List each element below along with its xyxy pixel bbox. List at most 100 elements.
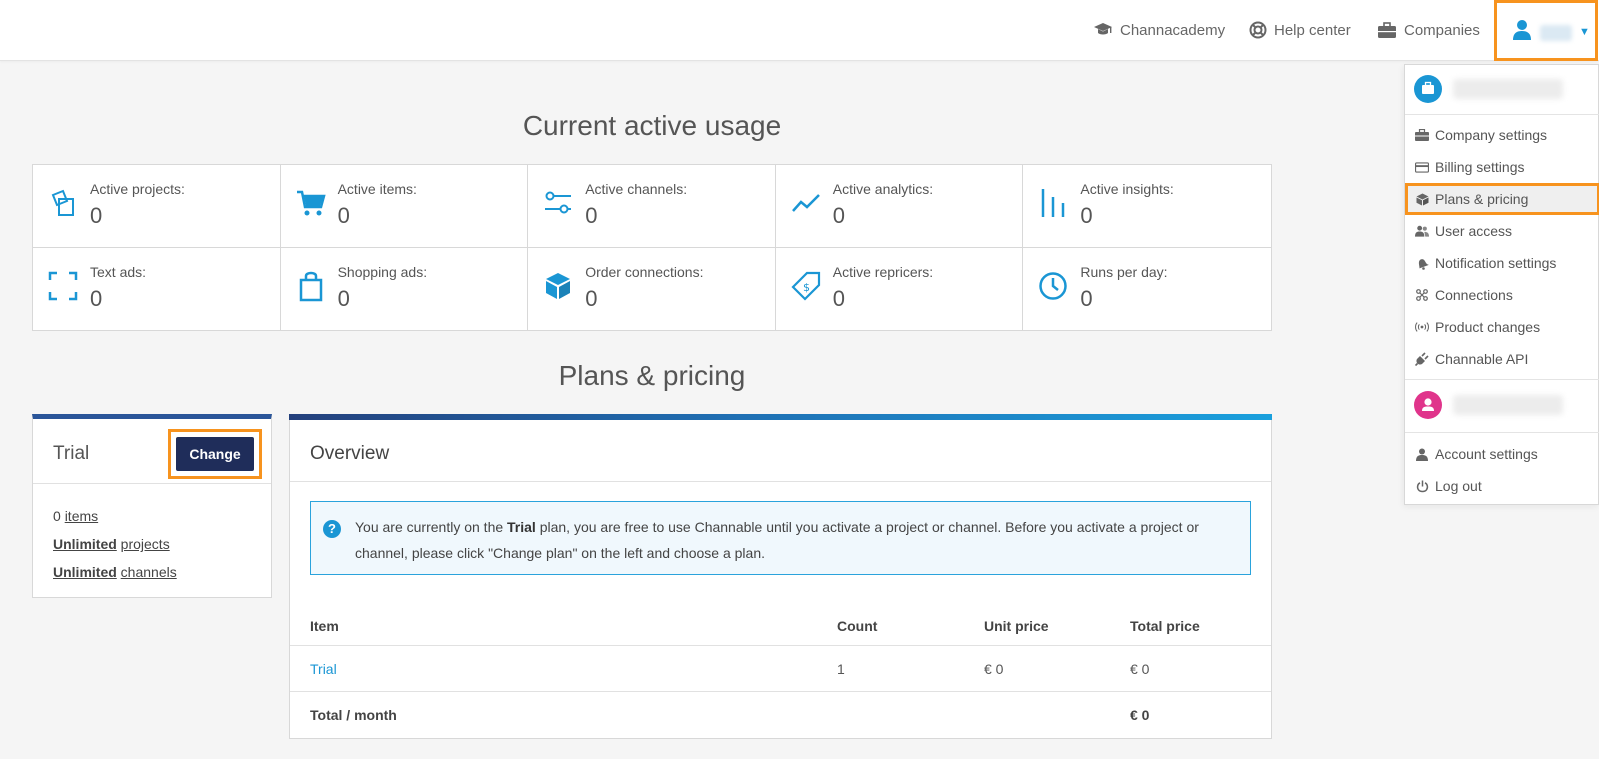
stat-label: Active analytics: (832, 181, 934, 197)
menu-log-out[interactable]: Log out (1405, 470, 1599, 502)
divider (290, 481, 1271, 482)
projects-icon (51, 189, 74, 216)
items-link[interactable]: items (65, 508, 98, 524)
credit-card-icon (1415, 160, 1429, 174)
briefcase-icon (1378, 21, 1396, 38)
shopping-bag-icon (299, 271, 322, 301)
menu-label: Account settings (1435, 446, 1538, 462)
row-total-price: € 0 (1130, 660, 1150, 677)
divider (1405, 432, 1599, 433)
menu-plans-pricing[interactable]: Plans & pricing (1405, 183, 1599, 215)
row-count: 1 (837, 660, 845, 677)
row-item-link[interactable]: Trial (310, 661, 337, 677)
total-value: € 0 (1130, 706, 1150, 723)
change-button-highlight: Change (168, 429, 262, 479)
stat-active-projects: Active projects: 0 (33, 165, 281, 248)
menu-product-changes[interactable]: Product changes (1405, 311, 1599, 343)
user-icon (1513, 20, 1531, 40)
question-icon: ? (323, 520, 341, 538)
user-icon (1422, 398, 1434, 411)
plan-channels-line: Unlimited channels (53, 558, 177, 586)
plans-heading: Plans & pricing (558, 360, 746, 391)
stat-label: Active insights: (1080, 181, 1174, 197)
stat-value: 0 (90, 285, 103, 311)
stat-value: 0 (585, 285, 598, 311)
box-icon (546, 272, 571, 299)
user-dropdown-menu: Company settings Billing settings Plans … (1404, 64, 1599, 505)
nav-help-center[interactable]: Help center (1249, 0, 1351, 60)
analytics-icon (791, 194, 820, 212)
menu-label: Connections (1435, 287, 1513, 303)
stat-active-channels: Active channels: 0 (528, 165, 776, 248)
projects-unlimited: Unlimited (53, 536, 117, 552)
card-accent-strip (289, 414, 1272, 420)
nav-companies-label: Companies (1404, 21, 1480, 39)
trial-plan-card: Trial Change 0 items Unlimited projects … (32, 414, 272, 598)
menu-notification-settings[interactable]: Notification settings (1405, 247, 1599, 279)
connections-icon (1415, 288, 1429, 302)
projects-link[interactable]: projects (121, 536, 170, 552)
stat-label: Active items: (337, 181, 417, 197)
stat-shopping-ads: Shopping ads: 0 (281, 247, 529, 330)
stat-label: Text ads: (90, 263, 147, 280)
menu-channable-api[interactable]: Channable API (1405, 343, 1599, 375)
channels-link[interactable]: channels (121, 564, 177, 580)
menu-label: Channable API (1435, 351, 1529, 367)
divider (1405, 379, 1599, 380)
menu-billing-settings[interactable]: Billing settings (1405, 151, 1599, 183)
company-avatar (1414, 75, 1442, 103)
bell-icon (1415, 256, 1429, 270)
info-text-pre: You are currently on the (355, 519, 508, 535)
users-icon (1415, 224, 1429, 238)
row-unit-price: € 0 (984, 660, 1004, 677)
nav-channacademy-label: Channacademy (1120, 21, 1226, 39)
col-count: Count (837, 618, 878, 634)
plan-features-list: 0 items Unlimited projects Unlimited cha… (53, 502, 177, 586)
nav-help-center-label: Help center (1274, 21, 1351, 39)
overview-card: Overview ? You are currently on the Tria… (289, 414, 1272, 739)
change-plan-button[interactable]: Change (176, 437, 254, 471)
info-text: You are currently on the Trial plan, you… (355, 514, 1235, 566)
menu-label: Notification settings (1435, 255, 1557, 271)
col-item: Item (310, 618, 339, 634)
table-header: Item Count Unit price Total price (290, 611, 1271, 641)
stat-order-connections: Order connections: 0 (528, 247, 776, 330)
user-icon (1415, 447, 1429, 461)
overview-title: Overview (310, 443, 390, 464)
plan-title: Trial (53, 443, 90, 464)
stat-label: Active repricers: (832, 263, 934, 280)
stat-label: Shopping ads: (337, 263, 428, 280)
menu-account-settings[interactable]: Account settings (1405, 438, 1599, 470)
cart-icon (296, 190, 326, 216)
stat-value: 0 (1080, 285, 1093, 311)
lifebuoy-icon (1249, 21, 1267, 39)
nav-channacademy[interactable]: Channacademy (1093, 0, 1225, 60)
company-name-blurred (1453, 79, 1563, 99)
stat-text-ads: Text ads: 0 (33, 247, 281, 330)
channels-unlimited: Unlimited (53, 564, 117, 580)
user-name-blurred (1540, 25, 1572, 41)
menu-company-settings[interactable]: Company settings (1405, 119, 1599, 151)
user-avatar (1414, 391, 1442, 419)
user-menu-button[interactable]: ▼ (1494, 0, 1598, 61)
items-count: 0 (53, 508, 61, 524)
briefcase-icon (1415, 128, 1429, 142)
col-unit-price: Unit price (984, 618, 1049, 634)
nav-companies[interactable]: Companies (1377, 0, 1480, 60)
menu-connections[interactable]: Connections (1405, 279, 1599, 311)
info-text-plan: Trial (507, 519, 536, 535)
stat-value: 0 (337, 285, 350, 311)
chevron-down-icon: ▼ (1579, 26, 1590, 38)
usage-heading: Current active usage (522, 110, 782, 141)
plan-items-line: 0 items (53, 502, 177, 530)
stat-label: Order connections: (585, 263, 704, 280)
table-row: Trial 1 € 0 € 0 (290, 645, 1271, 691)
svg-text:$: $ (803, 281, 810, 294)
menu-label: Plans & pricing (1435, 191, 1529, 207)
menu-user-access[interactable]: User access (1405, 215, 1599, 247)
stat-active-analytics: Active analytics: 0 (775, 165, 1024, 248)
menu-label: Company settings (1435, 127, 1548, 143)
insights-icon (1042, 189, 1065, 217)
col-total-price: Total price (1130, 618, 1200, 634)
stat-value: 0 (832, 203, 846, 228)
